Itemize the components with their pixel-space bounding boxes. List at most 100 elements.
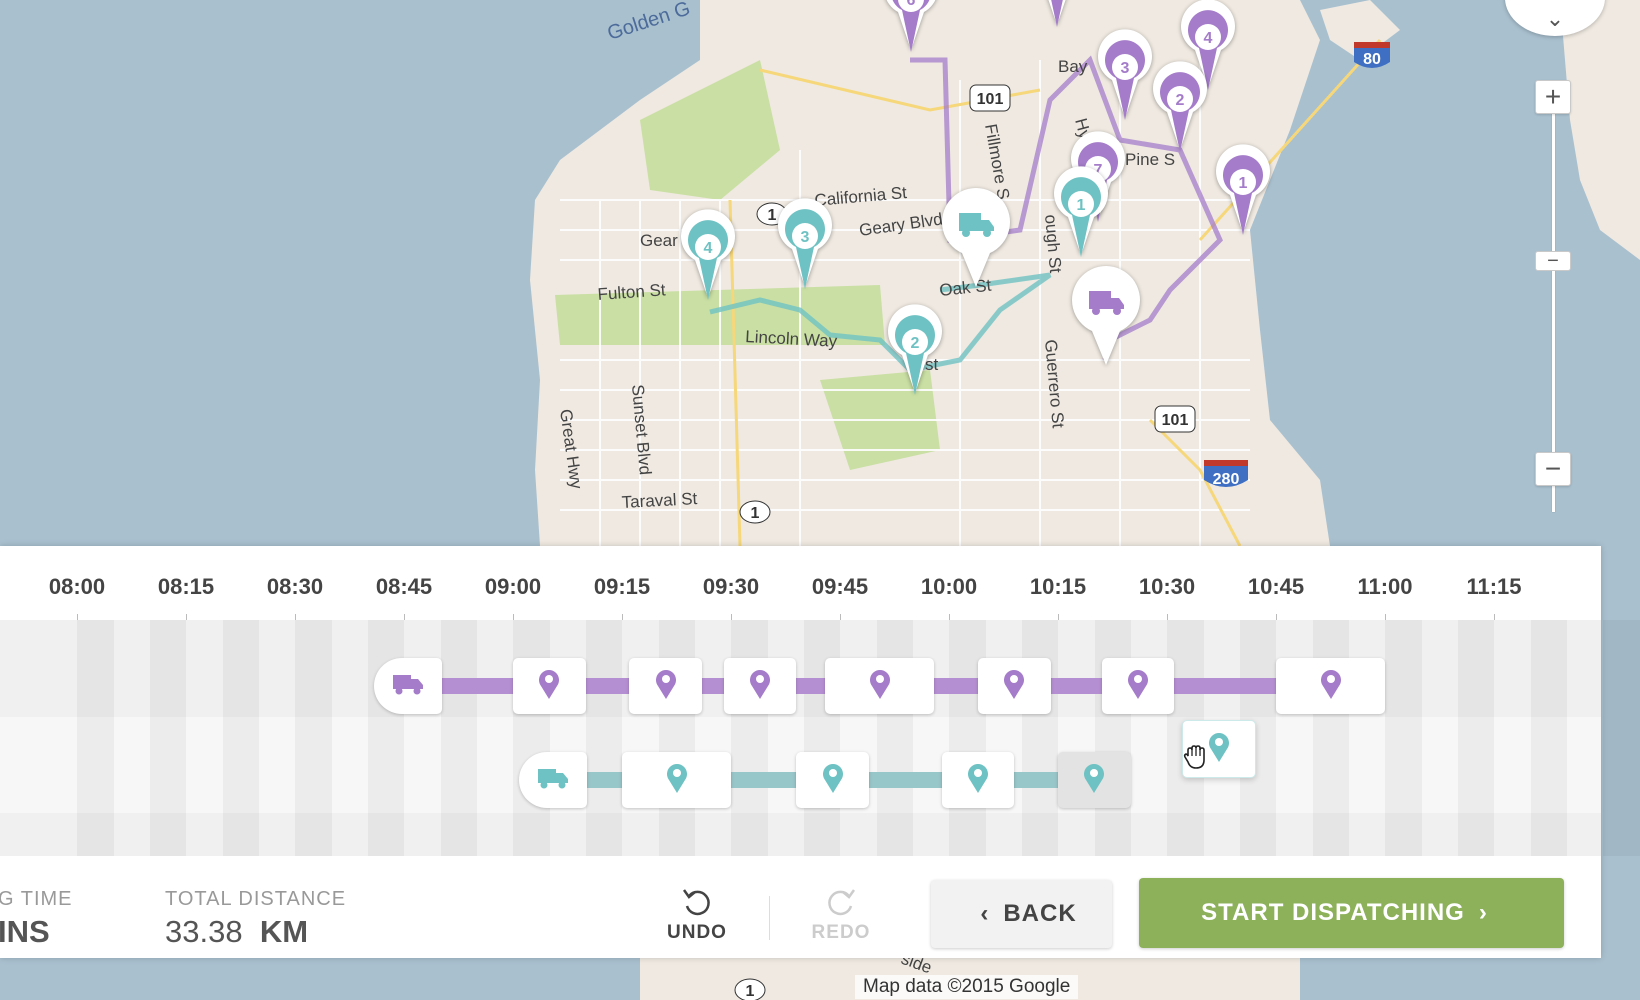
chevron-right-icon: ›: [1478, 899, 1488, 926]
location-pin-icon: [538, 669, 560, 704]
stop-block-purple-4[interactable]: [825, 658, 935, 714]
map-label-16: st: [925, 355, 939, 374]
time-label: 10:00: [920, 574, 978, 599]
stop-block-teal-2[interactable]: [796, 752, 870, 808]
time-label: 08:45: [375, 574, 433, 599]
zoom-control: + − −: [1535, 80, 1573, 512]
time-label: 11:15: [1466, 574, 1522, 599]
time-label: 08:30: [266, 574, 324, 599]
svg-text:3: 3: [1121, 60, 1130, 77]
summary-footer: G TIME INS TOTAL DISTANCE 33.38 KM UNDO …: [0, 856, 1601, 958]
back-button[interactable]: ‹ BACK: [931, 880, 1112, 948]
svg-text:1: 1: [1239, 175, 1248, 192]
undo-label: UNDO: [667, 922, 727, 943]
shield-101-south: 101: [1154, 405, 1196, 433]
redo-button[interactable]: REDO: [796, 886, 886, 956]
grid-stripe: [731, 620, 768, 856]
grid-stripe: [949, 620, 986, 856]
stop-block-purple-6[interactable]: [1101, 658, 1175, 714]
grid-stripe: [658, 620, 695, 856]
svg-text:2: 2: [911, 335, 920, 352]
time-axis: 08:00 08:15 08:30 08:45 09:00 09:15 09:30 09:45…: [0, 546, 1601, 620]
driving-time-label: G TIME: [0, 888, 73, 910]
schedule-grid: [0, 620, 1640, 856]
route-start-truck-purple[interactable]: [374, 658, 442, 714]
total-distance-label: TOTAL DISTANCE: [165, 888, 347, 910]
location-pin-icon: [666, 763, 688, 798]
location-pin-icon: [869, 669, 891, 704]
truck-icon: [392, 673, 424, 700]
time-label: 09:30: [702, 574, 760, 599]
time-label: 11:00: [1357, 574, 1413, 599]
time-label: 09:00: [484, 574, 542, 599]
map-label-3: Pine S: [1125, 150, 1175, 169]
stop-block-purple-7[interactable]: [1276, 658, 1385, 714]
svg-text:1: 1: [768, 207, 777, 224]
location-pin-icon: [1320, 669, 1342, 704]
svg-text:101: 101: [1162, 412, 1189, 429]
svg-text:80: 80: [1363, 51, 1381, 68]
zoom-slider-handle[interactable]: −: [1535, 251, 1571, 271]
grid-stripe: [804, 620, 841, 856]
grid-stripe: [1312, 620, 1349, 856]
grid-stripe: [513, 620, 550, 856]
location-pin-icon: [1127, 669, 1149, 704]
stop-block-teal-3[interactable]: [941, 752, 1015, 808]
total-distance-value: 33.38 KM: [165, 914, 308, 950]
svg-text:101: 101: [977, 91, 1004, 108]
start-dispatching-label: START DISPATCHING: [1201, 899, 1465, 926]
stop-block-purple-5[interactable]: [978, 658, 1051, 714]
zoom-out-button[interactable]: −: [1535, 452, 1571, 486]
stop-block-purple-1[interactable]: [513, 658, 586, 714]
svg-text:6: 6: [907, 0, 916, 9]
stop-block-teal-1[interactable]: [622, 752, 731, 808]
route-start-truck-teal[interactable]: [519, 752, 588, 808]
truck-icon: [537, 767, 569, 794]
time-label: 08:00: [48, 574, 106, 599]
distance-number: 33.38: [165, 914, 243, 949]
map-label-1: Bay: [1058, 57, 1088, 76]
grid-stripe: [586, 620, 623, 856]
grid-stripe: [1458, 620, 1495, 856]
svg-text:4: 4: [1204, 30, 1213, 47]
shield-80: 80: [1354, 42, 1390, 68]
map-label-6: Gear: [640, 231, 678, 250]
chevron-down-icon: ⌄: [1545, 6, 1565, 31]
redo-icon: [828, 889, 856, 916]
map-credit: Map data ©2015 Google: [855, 975, 1079, 999]
grid-stripe: [1385, 620, 1422, 856]
shield-1-bottom: 1: [734, 978, 766, 1000]
shield-1-south: 1: [739, 500, 771, 524]
grid-stripe: [1094, 620, 1131, 856]
svg-text:4: 4: [704, 240, 713, 257]
zoom-in-button[interactable]: +: [1535, 80, 1571, 114]
location-pin-icon: [1003, 669, 1025, 704]
svg-text:1: 1: [751, 505, 760, 522]
map-label-15: Taraval St: [621, 489, 698, 512]
back-label: BACK: [1003, 900, 1077, 927]
grid-stripe: [876, 620, 913, 856]
location-pin-icon: [967, 763, 989, 798]
map-label-0: Golden G: [605, 0, 693, 45]
stop-block-purple-2[interactable]: [629, 658, 702, 714]
grid-stripe: [1603, 620, 1640, 856]
svg-text:2: 2: [1176, 92, 1185, 109]
time-label: 09:15: [593, 574, 651, 599]
time-label: 10:45: [1247, 574, 1305, 599]
chevron-left-icon: ‹: [980, 900, 990, 927]
grid-stripe: [1530, 620, 1567, 856]
location-pin-icon: [822, 763, 844, 798]
grid-stripe: [368, 620, 405, 856]
svg-text:3: 3: [801, 229, 810, 246]
start-dispatching-button[interactable]: START DISPATCHING ›: [1139, 878, 1564, 948]
stop-block-purple-3[interactable]: [723, 658, 797, 714]
driving-time-value: INS: [0, 914, 50, 949]
svg-text:1: 1: [746, 983, 755, 1000]
time-label: 10:15: [1029, 574, 1087, 599]
shield-101-north: 101: [969, 84, 1011, 112]
stop-block-teal-4[interactable]: [1058, 752, 1131, 808]
redo-label: REDO: [811, 922, 871, 943]
grid-stripe: [222, 620, 259, 856]
grid-stripe: [77, 620, 114, 856]
undo-button[interactable]: UNDO: [652, 886, 742, 956]
